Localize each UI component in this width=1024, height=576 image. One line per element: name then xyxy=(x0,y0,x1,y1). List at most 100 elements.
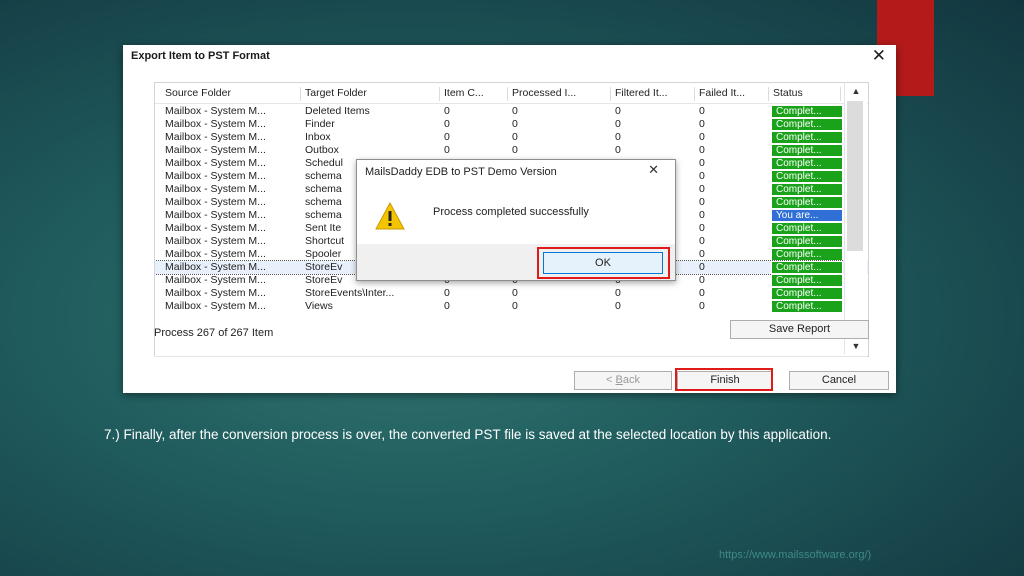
cell-source: Mailbox - System M... xyxy=(165,300,266,312)
scroll-thumb[interactable] xyxy=(847,101,863,251)
cell-filtered: 0 xyxy=(615,300,621,312)
cell-target: Outbox xyxy=(305,144,339,156)
cell-source: Mailbox - System M... xyxy=(165,105,266,117)
column-header-filtered[interactable]: Filtered It... xyxy=(611,87,695,101)
table-row[interactable]: Mailbox - System M... Outbox 0 0 0 0 Complet..… xyxy=(155,144,868,157)
status-badge: Complet... xyxy=(771,118,843,131)
cell-processed: 0 xyxy=(512,105,518,117)
status-badge: Complet... xyxy=(771,287,843,300)
status-badge: Complet... xyxy=(771,144,843,157)
grid-scrollbar[interactable]: ▲ ▼ xyxy=(844,83,867,354)
table-row[interactable]: Mailbox - System M... Finder 0 0 0 0 Complet..… xyxy=(155,118,868,131)
dialog-footer: OK xyxy=(357,244,675,280)
cell-source: Mailbox - System M... xyxy=(165,196,266,208)
status-badge: Complet... xyxy=(771,170,843,183)
status-badge: Complet... xyxy=(771,131,843,144)
cell-source: Mailbox - System M... xyxy=(165,170,266,182)
status-badge: Complet... xyxy=(771,261,843,274)
cell-failed: 0 xyxy=(699,105,705,117)
cell-filtered: 0 xyxy=(615,105,621,117)
column-header-target[interactable]: Target Folder xyxy=(301,87,440,101)
cell-source: Mailbox - System M... xyxy=(165,287,266,299)
status-badge: Complet... xyxy=(771,222,843,235)
cell-item: 0 xyxy=(444,118,450,130)
status-badge: You are... xyxy=(771,209,843,222)
cell-target: Inbox xyxy=(305,131,331,143)
back-button[interactable]: < Back xyxy=(574,371,672,390)
cell-item: 0 xyxy=(444,144,450,156)
finish-button[interactable]: Finish xyxy=(677,371,773,390)
status-badge: Complet... xyxy=(771,157,843,170)
cell-source: Mailbox - System M... xyxy=(165,274,266,286)
cell-target: StoreEvents\Inter... xyxy=(305,287,395,299)
cell-source: Mailbox - System M... xyxy=(165,248,266,260)
cell-processed: 0 xyxy=(512,144,518,156)
status-badge: Complet... xyxy=(771,196,843,209)
table-row[interactable]: Mailbox - System M... Views 0 0 0 0 Complet... xyxy=(155,300,868,313)
cell-target: Views xyxy=(305,300,333,312)
step-caption: 7.) Finally, after the conversion proces… xyxy=(104,427,832,442)
status-badge: Complet... xyxy=(771,300,843,313)
status-badge: Complet... xyxy=(771,105,843,118)
cell-source: Mailbox - System M... xyxy=(165,183,266,195)
dialog-body: Process completed successfully xyxy=(357,182,675,244)
status-badge: Complet... xyxy=(771,248,843,261)
cell-filtered: 0 xyxy=(615,118,621,130)
column-header-status[interactable]: Status xyxy=(769,87,841,101)
cell-processed: 0 xyxy=(512,131,518,143)
cell-source: Mailbox - System M... xyxy=(165,131,266,143)
column-header-failed[interactable]: Failed It... xyxy=(695,87,769,101)
demo-dialog: MailsDaddy EDB to PST Demo Version ✕ Pro… xyxy=(356,159,676,281)
cancel-button[interactable]: Cancel xyxy=(789,371,889,390)
cell-failed: 0 xyxy=(699,131,705,143)
cell-target: Deleted Items xyxy=(305,105,370,117)
dialog-message: Process completed successfully xyxy=(433,206,589,218)
back-button-rest: ack xyxy=(622,374,640,386)
window-close-icon[interactable]: ✕ xyxy=(872,46,886,66)
cell-source: Mailbox - System M... xyxy=(165,157,266,169)
cell-source: Mailbox - System M... xyxy=(165,222,266,234)
cell-target: Finder xyxy=(305,118,335,130)
cell-failed: 0 xyxy=(699,209,705,221)
column-header-processed[interactable]: Processed I... xyxy=(508,87,611,101)
dialog-close-icon[interactable]: ✕ xyxy=(648,162,659,178)
cell-filtered: 0 xyxy=(615,131,621,143)
grid-header: Source Folder Target Folder Item C... Pr… xyxy=(155,83,868,104)
cell-failed: 0 xyxy=(699,261,705,273)
cell-failed: 0 xyxy=(699,118,705,130)
progress-text: Process 267 of 267 Item xyxy=(154,327,274,339)
scroll-down-icon[interactable]: ▼ xyxy=(845,338,867,354)
cell-failed: 0 xyxy=(699,222,705,234)
footer-divider xyxy=(154,356,867,357)
table-row[interactable]: Mailbox - System M... StoreEvents\Inter..… xyxy=(155,287,868,300)
cell-failed: 0 xyxy=(699,157,705,169)
cell-source: Mailbox - System M... xyxy=(165,118,266,130)
cell-filtered: 0 xyxy=(615,144,621,156)
cell-failed: 0 xyxy=(699,144,705,156)
column-header-item-count[interactable]: Item C... xyxy=(440,87,508,101)
cell-failed: 0 xyxy=(699,274,705,286)
cell-processed: 0 xyxy=(512,118,518,130)
table-row[interactable]: Mailbox - System M... Inbox 0 0 0 0 Complet... xyxy=(155,131,868,144)
status-badge: Complet... xyxy=(771,235,843,248)
cell-processed: 0 xyxy=(512,300,518,312)
table-row[interactable]: Mailbox - System M... Deleted Items 0 0 0 0 Co… xyxy=(155,105,868,118)
cell-failed: 0 xyxy=(699,183,705,195)
scroll-up-icon[interactable]: ▲ xyxy=(845,83,867,99)
cell-failed: 0 xyxy=(699,196,705,208)
back-button-prefix: < xyxy=(606,374,616,386)
cell-source: Mailbox - System M... xyxy=(165,144,266,156)
cell-source: Mailbox - System M... xyxy=(165,235,266,247)
save-report-button[interactable]: Save Report xyxy=(730,320,869,339)
cell-failed: 0 xyxy=(699,170,705,182)
ok-button[interactable]: OK xyxy=(543,252,663,274)
cell-failed: 0 xyxy=(699,235,705,247)
cell-item: 0 xyxy=(444,105,450,117)
back-button-mnemonic: B xyxy=(615,374,623,386)
column-header-source[interactable]: Source Folder xyxy=(161,87,301,101)
cell-item: 0 xyxy=(444,300,450,312)
cell-item: 0 xyxy=(444,131,450,143)
cell-failed: 0 xyxy=(699,287,705,299)
cell-failed: 0 xyxy=(699,300,705,312)
footer-url: https://www.mailssoftware.org/) xyxy=(719,549,872,561)
